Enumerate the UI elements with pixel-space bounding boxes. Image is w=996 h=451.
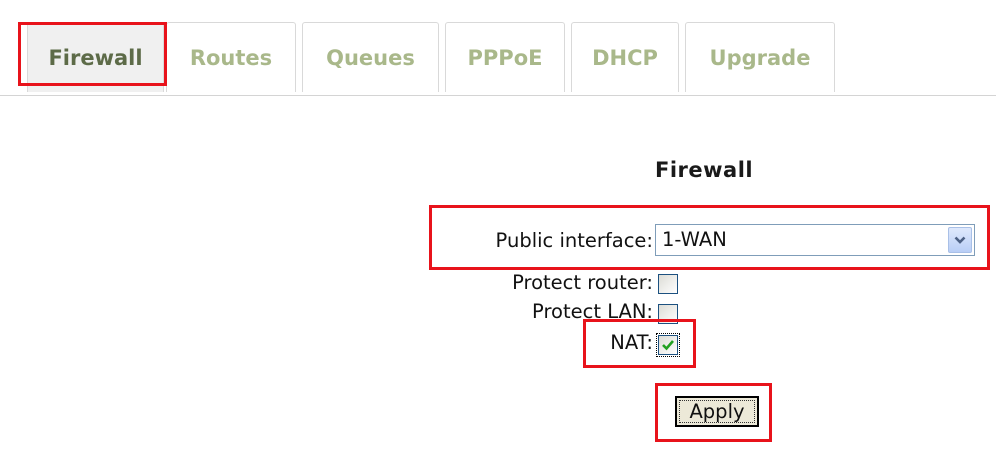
tab-routes[interactable]: Routes	[166, 22, 296, 92]
tab-bar-divider	[0, 95, 996, 96]
dropdown-button[interactable]	[948, 227, 972, 253]
public-interface-label: Public interface:	[495, 229, 653, 252]
protect-lan-checkbox[interactable]	[658, 304, 678, 324]
chevron-down-icon	[954, 236, 966, 244]
tab-pppoe[interactable]: PPPoE	[445, 22, 565, 92]
checkmark-icon	[662, 340, 674, 351]
protect-lan-label: Protect LAN:	[532, 300, 653, 323]
section-heading: Firewall	[655, 158, 754, 182]
tab-bar: Firewall Routes Queues PPPoE DHCP Upgrad…	[0, 0, 996, 96]
tab-dhcp[interactable]: DHCP	[571, 22, 679, 92]
nat-label: NAT:	[610, 331, 653, 354]
tab-firewall[interactable]: Firewall	[27, 22, 164, 92]
tab-queues[interactable]: Queues	[302, 22, 439, 92]
public-interface-value: 1-WAN	[662, 228, 727, 251]
protect-router-checkbox[interactable]	[658, 274, 678, 294]
apply-button[interactable]: Apply	[675, 396, 759, 427]
nat-checkbox[interactable]	[656, 333, 680, 357]
protect-router-label: Protect router:	[512, 271, 653, 294]
tab-upgrade[interactable]: Upgrade	[685, 22, 835, 92]
public-interface-select[interactable]: 1-WAN	[655, 224, 975, 256]
